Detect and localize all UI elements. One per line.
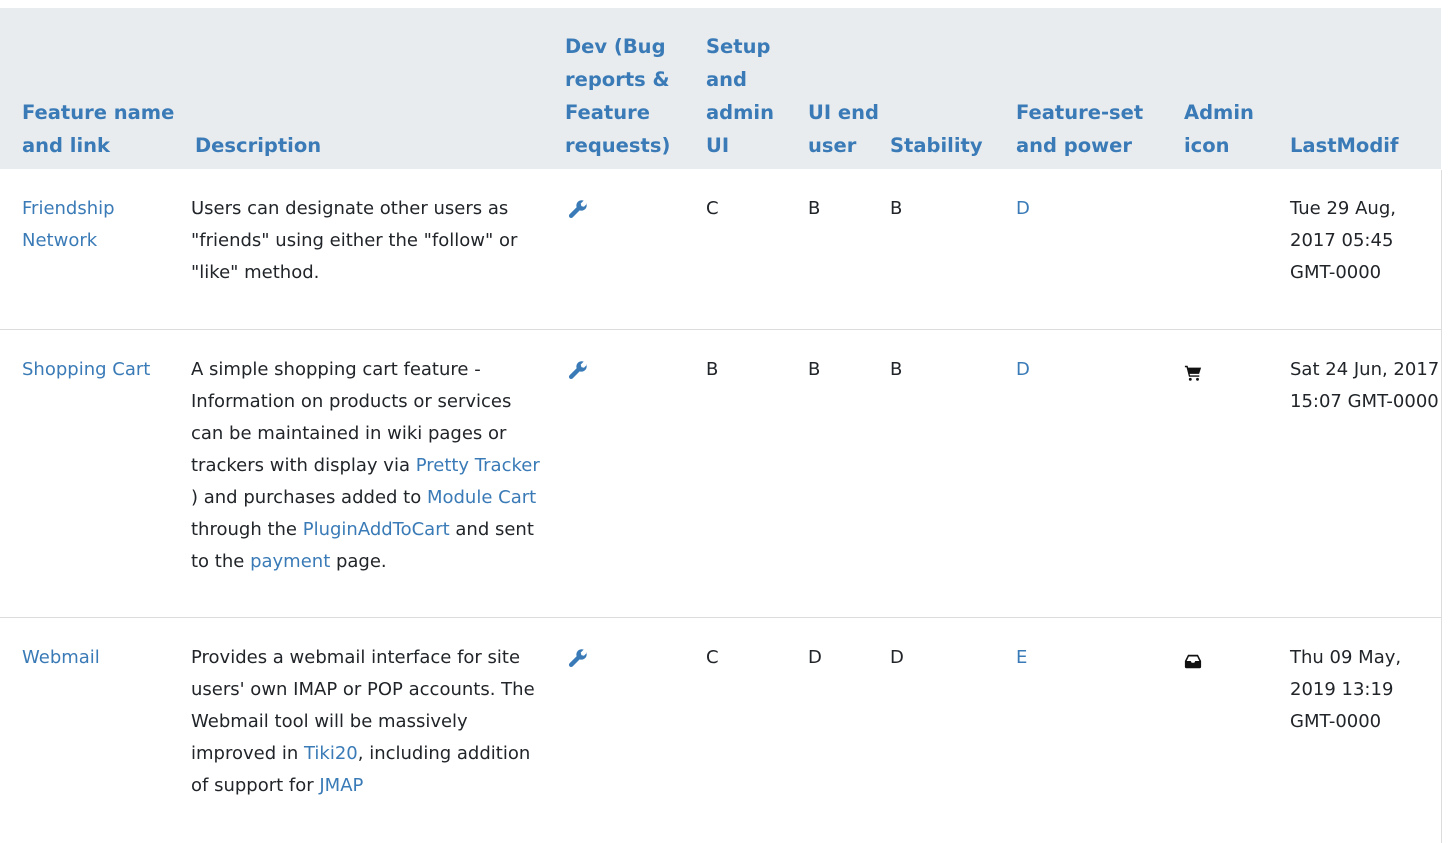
last-modified-cell: Sat 24 Jun, 2017 15:07 GMT-0000 <box>1282 329 1441 618</box>
description-text: through the <box>191 518 303 540</box>
column-header-feature-name[interactable]: Feature name and link <box>0 8 175 169</box>
ui-cell: D <box>808 646 822 668</box>
feature-link[interactable]: Shopping Cart <box>22 359 150 380</box>
feature-name-cell: Shopping Cart <box>0 329 175 618</box>
setup-cell: C <box>700 169 800 330</box>
page: Feature name and link Description Dev (B… <box>0 0 1448 843</box>
table-row: Friendship Network Users can designate o… <box>0 169 1441 330</box>
admin-icon-cell <box>1176 617 1282 843</box>
table-header-row: Feature name and link Description Dev (B… <box>0 8 1441 169</box>
description-text: ) and purchases added to <box>191 486 427 508</box>
wrench-icon[interactable] <box>567 647 591 671</box>
description-cell: Users can designate other users as "frie… <box>175 169 555 330</box>
power-cell: D <box>1008 169 1176 330</box>
admin-icon-cell <box>1176 329 1282 618</box>
last-modified-cell: Tue 29 Aug, 2017 05:45 GMT-0000 <box>1282 169 1441 330</box>
payment-link[interactable]: payment <box>250 551 330 572</box>
stability-cell: B <box>884 329 1008 618</box>
description-cell: Provides a webmail interface for site us… <box>175 617 555 843</box>
feature-link[interactable]: Webmail <box>22 647 100 668</box>
ui-cell: B <box>800 169 884 330</box>
wrench-icon[interactable] <box>567 198 591 222</box>
power-link[interactable]: E <box>1016 647 1027 668</box>
table-row: Webmail Provides a webmail interface for… <box>0 617 1441 843</box>
power-cell: D <box>1008 329 1176 618</box>
admin-icon-cell <box>1176 169 1282 330</box>
description-text: page. <box>330 550 387 572</box>
jmap-link[interactable]: JMAP <box>319 775 363 796</box>
column-header-setup-admin-ui[interactable]: Setup and admin UI <box>700 8 800 169</box>
power-link[interactable]: D <box>1016 198 1030 219</box>
wrench-icon[interactable] <box>567 359 591 383</box>
power-cell: E <box>1008 617 1176 843</box>
shopping-cart-icon <box>1184 361 1202 381</box>
dev-cell <box>555 169 700 330</box>
tiki20-link[interactable]: Tiki20 <box>304 743 358 764</box>
description-cell: A simple shopping cart feature - Informa… <box>175 329 555 618</box>
features-table-container: Feature name and link Description Dev (B… <box>0 8 1441 843</box>
column-header-description[interactable]: Description <box>175 8 555 169</box>
column-header-last-modif[interactable]: LastModif <box>1282 8 1441 169</box>
ui-cell: B <box>800 329 884 618</box>
column-header-feature-set-power[interactable]: Feature-set and power <box>1008 8 1176 169</box>
table-right-border <box>1441 170 1442 843</box>
column-header-stability[interactable]: Stability <box>884 8 1008 169</box>
features-table: Feature name and link Description Dev (B… <box>0 8 1441 843</box>
feature-link[interactable]: Friendship Network <box>22 198 115 251</box>
dev-cell <box>555 329 700 618</box>
power-link[interactable]: D <box>1016 359 1030 380</box>
feature-name-cell: Webmail <box>0 617 175 843</box>
column-header-ui-end-user[interactable]: UI end user <box>800 8 884 169</box>
column-header-dev[interactable]: Dev (Bug reports & Feature requests) <box>555 8 700 169</box>
last-modified-cell: Thu 09 May, 2019 13:19 GMT-0000 <box>1290 646 1402 732</box>
stability-cell: B <box>884 169 1008 330</box>
setup-cell: B <box>700 329 800 618</box>
feature-name-cell: Friendship Network <box>0 169 175 330</box>
module-cart-link[interactable]: Module Cart <box>427 487 536 508</box>
stability-cell: D <box>890 646 904 668</box>
inbox-icon <box>1184 649 1202 668</box>
dev-cell <box>555 617 700 843</box>
pretty-tracker-link[interactable]: Pretty Tracker <box>416 455 540 476</box>
setup-cell: C <box>706 646 719 668</box>
plugin-add-to-cart-link[interactable]: PluginAddToCart <box>303 519 450 540</box>
table-row: Shopping Cart A simple shopping cart fea… <box>0 329 1441 618</box>
column-header-admin-icon[interactable]: Admin icon <box>1176 8 1282 169</box>
